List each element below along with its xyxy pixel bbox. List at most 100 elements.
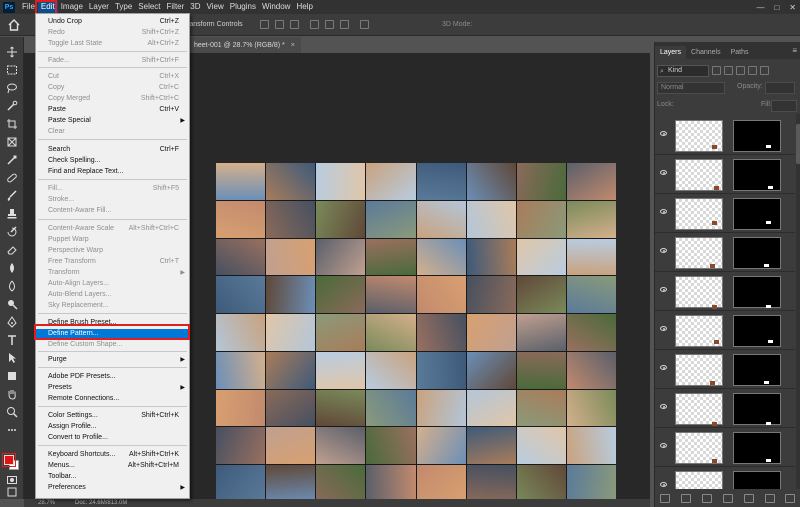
- layer-row[interactable]: [655, 116, 795, 155]
- menu-item-paste-special[interactable]: Paste Special ▶: [36, 116, 189, 126]
- visibility-eye-icon[interactable]: [660, 209, 667, 214]
- layer-thumbnail[interactable]: [675, 471, 723, 489]
- adjustment-layer-icon[interactable]: [722, 494, 733, 503]
- close-window-button[interactable]: ✕: [789, 3, 796, 12]
- visibility-eye-icon[interactable]: [660, 443, 667, 448]
- visibility-eye-icon[interactable]: [660, 170, 667, 175]
- visibility-eye-icon[interactable]: [660, 248, 667, 253]
- align-top-icon[interactable]: [310, 20, 319, 29]
- blur-tool-icon[interactable]: [4, 279, 20, 293]
- layer-row[interactable]: [655, 272, 795, 311]
- layer-thumbnail[interactable]: [675, 198, 723, 230]
- tab-channels[interactable]: Channels: [686, 46, 726, 59]
- layer-thumbnail[interactable]: [675, 120, 723, 152]
- menu-item-copy-merged[interactable]: Copy Merged Shift+Ctrl+C: [36, 94, 189, 104]
- menu-item-redo[interactable]: Redo Shift+Ctrl+Z: [36, 28, 189, 38]
- panel-menu-icon[interactable]: ≡: [792, 46, 797, 55]
- menu-layer[interactable]: Layer: [86, 0, 112, 14]
- zoom-level[interactable]: 28.7%: [38, 500, 55, 506]
- visibility-eye-icon[interactable]: [660, 131, 667, 136]
- visibility-eye-icon[interactable]: [660, 365, 667, 370]
- maximize-button[interactable]: □: [774, 3, 779, 12]
- layer-mask-thumbnail[interactable]: [733, 276, 781, 308]
- gradient-tool-icon[interactable]: [4, 261, 20, 275]
- shape-filter-icon[interactable]: [748, 66, 757, 75]
- menu-item-search[interactable]: Search Ctrl+F: [36, 145, 189, 155]
- lasso-tool-icon[interactable]: [4, 81, 20, 95]
- smart-object-filter-icon[interactable]: [760, 66, 769, 75]
- zoom-tool-icon[interactable]: [4, 405, 20, 419]
- healing-brush-tool-icon[interactable]: [4, 171, 20, 185]
- menu-item-check-spelling[interactable]: Check Spelling...: [36, 156, 189, 166]
- menu-item-fade[interactable]: Fade... Shift+Ctrl+F: [36, 56, 189, 66]
- close-tab-icon[interactable]: ×: [291, 42, 295, 49]
- layer-style-icon[interactable]: [681, 494, 692, 503]
- shape-tool-icon[interactable]: [4, 369, 20, 383]
- menu-item-remote-connections[interactable]: Remote Connections...: [36, 394, 189, 404]
- photo-collage[interactable]: [216, 163, 616, 502]
- menu-item-menus[interactable]: Menus... Alt+Shift+Ctrl+M: [36, 461, 189, 471]
- layer-row[interactable]: [655, 194, 795, 233]
- more-tools-icon[interactable]: [4, 423, 20, 437]
- menu-item-preferences[interactable]: Preferences ▶: [36, 483, 189, 493]
- type-tool-icon[interactable]: [4, 333, 20, 347]
- kind-filter-select[interactable]: ⌕ Kind: [657, 64, 709, 77]
- visibility-eye-icon[interactable]: [660, 326, 667, 331]
- menu-item-color-settings[interactable]: Color Settings... Shift+Ctrl+K: [36, 411, 189, 421]
- crop-tool-icon[interactable]: [4, 117, 20, 131]
- layers-scroll-thumb[interactable]: [796, 124, 800, 164]
- menu-item-clear[interactable]: Clear: [36, 127, 189, 137]
- menu-item-content-aware-fill[interactable]: Content-Aware Fill...: [36, 206, 189, 216]
- link-layers-icon[interactable]: [660, 494, 671, 503]
- move-tool-icon[interactable]: [4, 45, 20, 59]
- brush-tool-icon[interactable]: [4, 189, 20, 203]
- menu-item-find-and-replace-text[interactable]: Find and Replace Text...: [36, 167, 189, 177]
- menu-plugins[interactable]: Plugins: [227, 0, 259, 14]
- layer-mask-thumbnail[interactable]: [733, 237, 781, 269]
- menu-3d[interactable]: 3D: [187, 0, 203, 14]
- layer-thumbnail[interactable]: [675, 276, 723, 309]
- menu-item-keyboard-shortcuts[interactable]: Keyboard Shortcuts... Alt+Shift+Ctrl+K: [36, 450, 189, 460]
- menu-item-sky-replacement[interactable]: Sky Replacement...: [36, 301, 189, 311]
- document-tab[interactable]: heet-001 @ 28.7% (RGB/8) * ×: [188, 37, 301, 53]
- menu-item-undo-crop[interactable]: Undo Crop Ctrl+Z: [36, 17, 189, 27]
- layer-mask-thumbnail[interactable]: [733, 315, 781, 347]
- dodge-tool-icon[interactable]: [4, 297, 20, 311]
- visibility-eye-icon[interactable]: [660, 404, 667, 409]
- minimize-button[interactable]: —: [756, 3, 764, 12]
- align-middle-icon[interactable]: [325, 20, 334, 29]
- menu-item-assign-profile[interactable]: Assign Profile...: [36, 422, 189, 432]
- layer-mask-thumbnail[interactable]: [733, 471, 781, 489]
- menu-item-adobe-pdf-presets[interactable]: Adobe PDF Presets...: [36, 372, 189, 382]
- layer-mask-thumbnail[interactable]: [733, 198, 781, 230]
- layer-row[interactable]: [655, 428, 795, 467]
- type-filter-icon[interactable]: [736, 66, 745, 75]
- marquee-tool-icon[interactable]: [4, 63, 20, 77]
- new-layer-icon[interactable]: [764, 494, 775, 503]
- menu-item-define-custom-shape[interactable]: Define Custom Shape...: [36, 340, 189, 350]
- menu-item-fill[interactable]: Fill... Shift+F5: [36, 184, 189, 194]
- menu-item-puppet-warp[interactable]: Puppet Warp: [36, 235, 189, 245]
- layer-row[interactable]: [655, 311, 795, 350]
- opacity-input[interactable]: [765, 82, 795, 94]
- add-mask-icon[interactable]: [702, 494, 713, 503]
- layer-thumbnail[interactable]: [675, 315, 723, 347]
- path-selection-tool-icon[interactable]: [4, 351, 20, 365]
- menu-item-auto-align-layers[interactable]: Auto-Align Layers...: [36, 279, 189, 289]
- menu-window[interactable]: Window: [259, 0, 293, 14]
- menu-type[interactable]: Type: [112, 0, 135, 14]
- layer-thumbnail[interactable]: [675, 354, 723, 386]
- visibility-eye-icon[interactable]: [660, 482, 667, 487]
- pen-tool-icon[interactable]: [4, 315, 20, 329]
- layer-mask-thumbnail[interactable]: [733, 120, 781, 152]
- clone-stamp-tool-icon[interactable]: [4, 207, 20, 221]
- new-group-icon[interactable]: [743, 494, 754, 503]
- layer-mask-thumbnail[interactable]: [733, 159, 781, 191]
- history-brush-tool-icon[interactable]: [4, 225, 20, 239]
- menu-item-paste[interactable]: Paste Ctrl+V: [36, 105, 189, 115]
- layer-row[interactable]: [655, 467, 795, 489]
- layer-row[interactable]: [655, 389, 795, 428]
- layer-thumbnail[interactable]: [675, 159, 723, 191]
- align-bottom-icon[interactable]: [340, 20, 349, 29]
- frame-tool-icon[interactable]: [4, 135, 20, 149]
